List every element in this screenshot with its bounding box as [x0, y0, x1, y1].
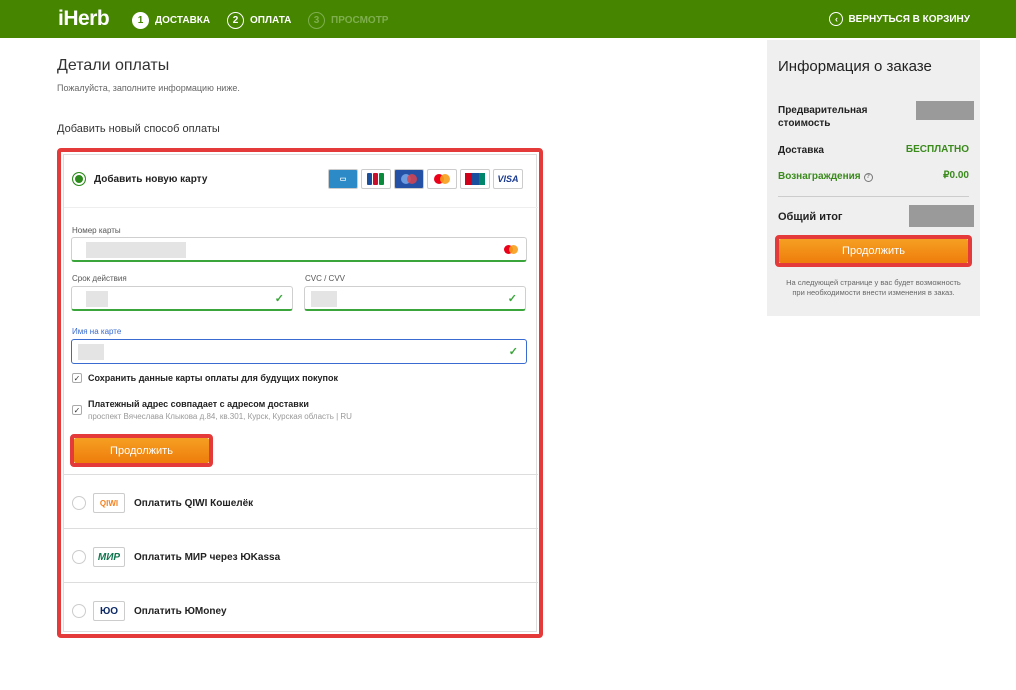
expiry-masked-value [86, 291, 108, 307]
yoomoney-logo: ЮО [93, 601, 125, 621]
shipping-label: Доставка [778, 145, 824, 156]
expiry-label: Срок действия [72, 274, 127, 283]
divider [64, 207, 538, 208]
summary-continue-highlight: Продолжить [775, 235, 972, 267]
page-subtitle: Пожалуйста, заполните информацию ниже. [57, 83, 240, 93]
card-number-label: Номер карты [72, 226, 121, 235]
divider [778, 196, 969, 197]
step-label: ОПЛАТА [250, 14, 292, 26]
cvc-input[interactable]: ✓ [304, 286, 526, 311]
step-payment: 2 ОПЛАТА [227, 11, 291, 29]
step-number: 3 [308, 11, 325, 29]
qiwi-logo: QIWI [93, 493, 125, 513]
shipping-value: БЕСПЛАТНО [905, 144, 969, 155]
total-label: Общий итог [778, 211, 843, 223]
billing-same-checkbox[interactable]: ✓ [72, 405, 82, 415]
subtotal-hidden-value [916, 101, 974, 120]
chevron-left-icon: ‹ [829, 12, 844, 26]
payment-options-inner: Добавить новую карту ▭ VISA Номер карты [63, 154, 538, 632]
card-logos: ▭ VISA [328, 169, 523, 189]
yoomoney-radio[interactable] [72, 604, 86, 618]
mir-label[interactable]: Оплатить МИР через ЮKassa [134, 552, 280, 563]
rewards-value: ₽0.00 [943, 170, 969, 181]
step-label: ДОСТАВКА [155, 14, 211, 26]
cvc-masked-value [311, 291, 337, 307]
jcb-icon [361, 169, 391, 189]
yoomoney-label[interactable]: Оплатить ЮMoney [134, 606, 227, 617]
top-header: iHerb 1 ДОСТАВКА 2 ОПЛАТА 3 ПРОСМОТР ‹ В… [0, 0, 1016, 38]
add-card-label: Добавить новую карту [94, 174, 208, 185]
cvc-label: CVC / CVV [305, 274, 346, 283]
save-card-label: Сохранить данные карты оплаты для будущи… [88, 373, 338, 383]
divider [64, 582, 538, 583]
name-on-card-label: Имя на карте [72, 327, 122, 336]
valid-check-icon: ✓ [274, 293, 284, 305]
iherb-logo[interactable]: iHerb [58, 7, 110, 31]
mastercard-small-icon [504, 245, 518, 254]
mir-logo: МИР [93, 547, 125, 567]
order-summary-panel: Информация о заказе Предварительная стои… [767, 40, 980, 316]
rewards-label: Вознаграждения [778, 171, 861, 182]
step-number: 2 [227, 11, 244, 29]
name-on-card-input[interactable]: ✓ [71, 339, 527, 364]
card-number-masked-value [86, 242, 186, 258]
step-label: ПРОСМОТР [331, 14, 389, 26]
summary-continue-button[interactable]: Продолжить [779, 239, 968, 263]
card-number-input[interactable] [71, 237, 527, 262]
qiwi-label[interactable]: Оплатить QIWI Кошелёк [134, 498, 253, 509]
total-hidden-value [909, 205, 974, 227]
rewards-row: Вознаграждения? [778, 170, 873, 183]
expiry-input[interactable]: ✓ [71, 286, 293, 311]
order-summary-title: Информация о заказе [778, 58, 932, 75]
back-to-cart-link[interactable]: ‹ ВЕРНУТЬСЯ В КОРЗИНУ [829, 12, 970, 26]
maestro-icon [394, 169, 424, 189]
step-delivery[interactable]: 1 ДОСТАВКА [132, 11, 210, 29]
summary-note: На следующей странице у вас будет возмож… [786, 278, 961, 297]
add-card-radio[interactable] [72, 172, 86, 186]
save-card-checkbox[interactable]: ✓ [72, 373, 82, 383]
billing-address-text: проспект Вячеслава Клыкова д.84, кв.301,… [88, 412, 352, 421]
continue-button-highlight: Продолжить [70, 434, 213, 467]
billing-same-label: Платежный адрес совпадает с адресом дост… [88, 399, 309, 409]
step-number: 1 [132, 11, 149, 29]
back-to-cart-label: ВЕРНУТЬСЯ В КОРЗИНУ [848, 13, 970, 25]
qiwi-radio[interactable] [72, 496, 86, 510]
divider [64, 528, 538, 529]
amex-icon: ▭ [328, 169, 358, 189]
divider [64, 474, 538, 475]
step-review: 3 ПРОСМОТР [308, 11, 388, 29]
visa-icon: VISA [493, 169, 523, 189]
mastercard-icon [427, 169, 457, 189]
section-label: Добавить новый способ оплаты [57, 123, 220, 135]
subtotal-label: Предварительная стоимость [778, 105, 868, 129]
payment-options-box: Добавить новую карту ▭ VISA Номер карты [57, 148, 543, 638]
mir-radio[interactable] [72, 550, 86, 564]
page-title: Детали оплаты [57, 57, 170, 74]
valid-check-icon: ✓ [507, 293, 517, 305]
unionpay-icon [460, 169, 490, 189]
name-masked-value [78, 344, 104, 360]
valid-check-icon: ✓ [508, 346, 518, 358]
continue-button[interactable]: Продолжить [74, 438, 209, 463]
help-icon[interactable]: ? [863, 173, 873, 182]
